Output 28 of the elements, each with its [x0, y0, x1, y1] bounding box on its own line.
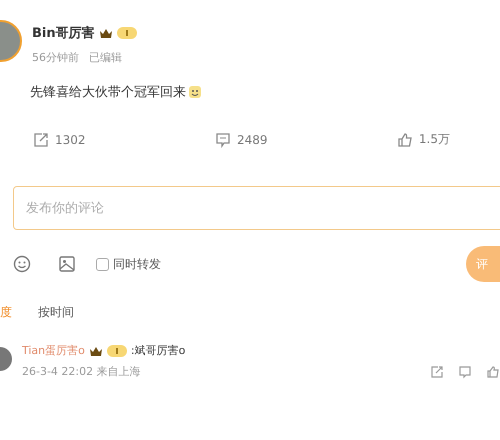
comment-icon [214, 132, 231, 148]
comment-time: 26-3-4 22:02 来自上海 [22, 364, 141, 379]
sort-tab[interactable]: 度 [0, 304, 12, 321]
edited-label: 已编辑 [89, 50, 122, 65]
level-badge-icon [116, 27, 137, 39]
commenter-name[interactable]: Tian蛋厉害o [22, 343, 85, 358]
comment-icon[interactable] [458, 364, 472, 378]
author-name[interactable]: Bin哥厉害 [32, 24, 95, 42]
repost-icon[interactable] [430, 364, 444, 378]
image-icon[interactable] [58, 255, 76, 273]
repost-label[interactable]: 同时转发 [113, 256, 161, 272]
crown-icon [88, 344, 103, 356]
repost-icon [33, 132, 49, 148]
thumbs-up-icon [396, 132, 413, 148]
emoji-icon [188, 85, 202, 99]
smiley-icon[interactable] [13, 255, 31, 273]
sort-tab[interactable]: 按时间 [38, 304, 74, 321]
post-time: 56分钟前 [32, 50, 79, 65]
like-button[interactable]: 1.5万 [396, 131, 450, 148]
level-badge-icon [106, 344, 127, 356]
repost-checkbox[interactable] [96, 258, 109, 270]
comment-button[interactable]: 2489 [214, 131, 268, 148]
comment-text: :斌哥厉害o [130, 343, 186, 358]
crown-icon [98, 27, 113, 39]
thumbs-up-icon[interactable] [486, 364, 500, 378]
repost-button[interactable]: 1302 [33, 131, 86, 148]
comment-input-field[interactable]: 发布你的评论 [13, 186, 500, 230]
post-text: 先锋喜给大伙带个冠军回来 [30, 84, 186, 101]
